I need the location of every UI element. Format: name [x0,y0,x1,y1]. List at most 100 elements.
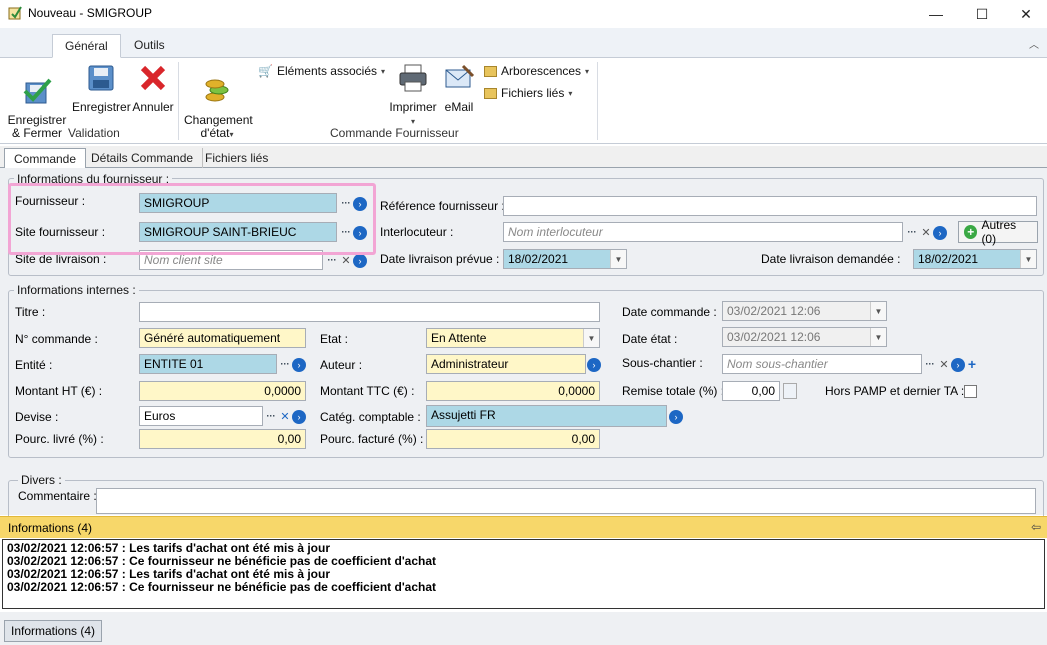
hors-pamp-label: Hors PAMP et dernier TA : [825,384,965,398]
chevron-down-icon[interactable]: ▼ [610,250,626,268]
navigate-icon[interactable]: › [951,358,965,372]
internal-group-title: Informations internes : [14,283,139,297]
cancel-label: Annuler [132,100,174,114]
folder-icon [484,65,497,77]
close-button[interactable]: ✕ [1003,0,1047,28]
printer-icon [399,64,427,92]
group-validation-label: Validation [68,126,120,140]
cancel-icon [140,65,166,91]
entite-field[interactable]: ENTITE 01 [139,354,277,374]
email-button[interactable]: eMail [440,62,478,114]
ribbon-separator [597,62,598,140]
sous-chantier-field[interactable]: Nom sous-chantier [722,354,922,374]
interlocuteur-field[interactable]: Nom interlocuteur [503,222,903,242]
date-livraison-prevue-field[interactable]: 18/02/2021 ▼ [503,249,627,269]
commande-field[interactable]: Généré automatiquement [139,328,306,348]
pourc-livre-field[interactable]: 0,00 [139,429,306,449]
save-close-label: Enregistrer & Fermer [7,113,67,140]
commentaire-field[interactable] [96,488,1036,514]
divers-group-title: Divers : [18,473,65,487]
cart-icon: 🛒 [258,64,273,78]
clear-icon[interactable]: ✕ [936,356,952,372]
navigate-icon[interactable]: › [292,410,306,424]
pourc-facture-field[interactable]: 0,00 [426,429,600,449]
cancel-button[interactable]: Annuler [132,62,174,114]
related-elements-label: Eléments associés [276,64,377,78]
titre-field[interactable] [139,302,600,322]
clear-icon[interactable]: ✕ [918,224,934,240]
navigate-icon[interactable]: › [933,226,947,240]
trees-button[interactable]: Arborescences ▾ [484,64,589,78]
navigate-icon[interactable]: › [353,254,367,268]
etat-value: En Attente [431,331,487,345]
linked-files-button[interactable]: Fichiers liés ▾ [484,86,572,100]
save-close-icon [23,78,52,104]
sous-chantier-label: Sous-chantier : [622,356,703,370]
change-state-label: Changement d'état [184,113,253,140]
etat-label: Etat : [320,332,349,346]
tab-general[interactable]: Général [52,34,121,58]
reference-fournisseur-field[interactable] [503,196,1037,216]
list-item: 03/02/2021 12:06:57 : Ce fournisseur ne … [7,580,437,594]
save-label: Enregistrer [72,100,131,114]
montant-ttc-field[interactable]: 0,0000 [426,381,600,401]
hors-pamp-checkbox[interactable] [964,385,977,398]
ellipsis-icon[interactable]: ··· [277,356,293,372]
chevron-down-icon: ▾ [229,130,234,139]
montant-ht-field[interactable]: 0,0000 [139,381,306,401]
clear-icon[interactable]: ✕ [277,408,293,424]
form-tabs: Commande Détails Commande Fichiers liés [0,146,1047,169]
add-icon: + [964,225,978,239]
pourc-livre-label: Pourc. livré (%) : [15,432,104,446]
devise-label: Devise : [15,410,59,424]
commentaire-label: Commentaire : [18,489,97,503]
pin-icon[interactable]: ⇦ [1031,520,1041,534]
minimize-button[interactable]: — [913,0,959,28]
print-button[interactable]: Imprimer ▾ [388,62,438,128]
print-label: Imprimer [389,100,437,114]
date-commande-field[interactable]: 03/02/2021 12:06 ▼ [722,301,887,321]
date-livraison-demandee-field[interactable]: 18/02/2021 ▼ [913,249,1037,269]
highlight-box [8,183,376,255]
info-bottom-tab[interactable]: Informations (4) [4,620,103,642]
related-elements-button[interactable]: 🛒 Eléments associés ▾ [258,64,385,78]
chevron-down-icon: ▾ [568,88,573,98]
date-etat-field[interactable]: 03/02/2021 12:06 ▼ [722,327,887,347]
email-icon [445,64,475,88]
ribbon-collapse-icon[interactable]: ︿ [1029,36,1039,51]
save-button[interactable]: Enregistrer [72,62,131,114]
chevron-down-icon[interactable]: ▼ [1020,250,1036,268]
maximize-button[interactable]: ☐ [959,0,1005,28]
chevron-down-icon[interactable]: ▼ [870,302,886,320]
info-panel-title: Informations (4) [8,521,93,535]
ribbon-tabs: Général Outils ︿ [0,28,1047,58]
navigate-icon[interactable]: › [587,358,601,372]
devise-field[interactable]: Euros [139,406,263,426]
save-close-button[interactable]: Enregistrer & Fermer [6,62,68,140]
etat-field[interactable]: En Attente ▼ [426,328,600,348]
date-commande-label: Date commande : [622,305,717,319]
tab-commande[interactable]: Commande [4,148,87,169]
date-etat-label: Date état : [622,332,678,346]
tab-fichiers-lies[interactable]: Fichiers liés [196,148,277,168]
montant-ttc-label: Montant TTC (€) : [320,384,415,398]
autres-button[interactable]: + Autres (0) [958,218,1038,246]
navigate-icon[interactable]: › [292,358,306,372]
tab-details-commande[interactable]: Détails Commande [82,148,204,168]
autres-label: Autres (0) [981,218,1017,246]
email-label: eMail [444,100,474,114]
change-state-button[interactable]: Changement d'état▾ [184,62,253,141]
navigate-icon[interactable]: › [669,410,683,424]
chevron-down-icon[interactable]: ▼ [870,328,886,346]
add-icon[interactable]: + [964,356,980,372]
date-commande-value: 03/02/2021 12:06 [727,304,821,318]
auteur-field[interactable]: Administrateur [426,354,586,374]
entite-label: Entité : [15,358,53,372]
tab-outils[interactable]: Outils [122,34,177,58]
calculator-icon[interactable] [783,383,797,399]
categ-comptable-field[interactable]: Assujetti FR [426,405,667,427]
trees-label: Arborescences [501,64,582,78]
remise-totale-field[interactable]: 0,00 [722,381,780,401]
chevron-down-icon[interactable]: ▼ [583,329,599,347]
folder-icon [484,87,497,99]
